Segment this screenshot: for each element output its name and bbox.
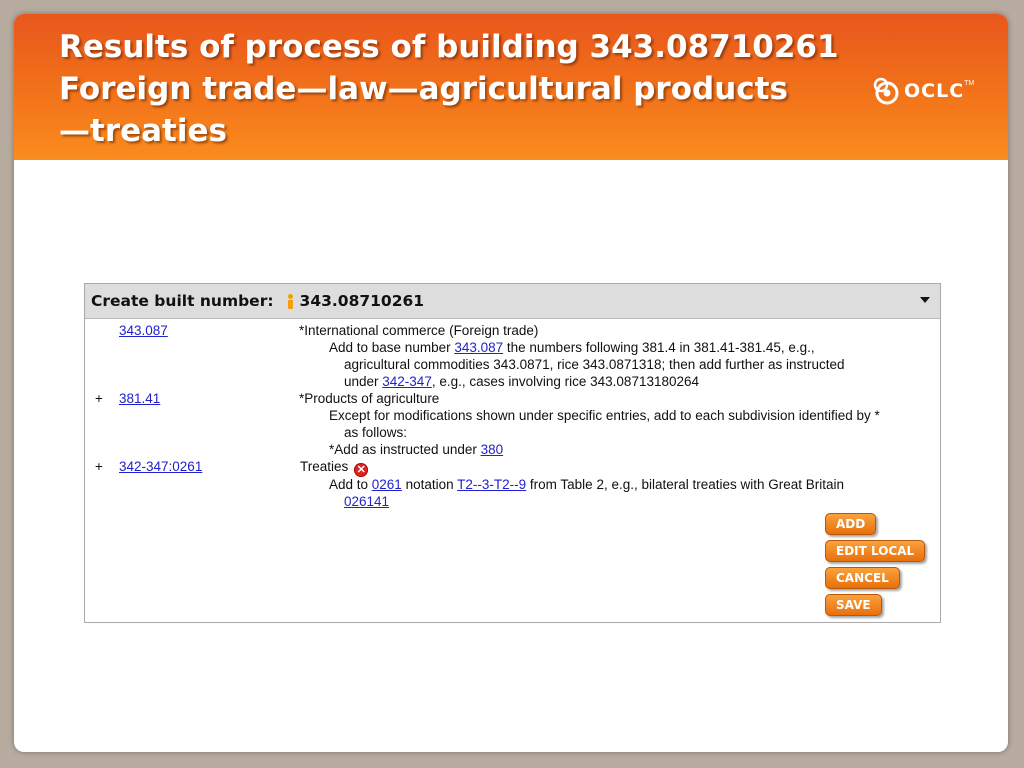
caret-down-icon[interactable] bbox=[920, 297, 930, 303]
row-caption: *International commerce (Foreign trade) bbox=[299, 323, 539, 338]
row-number-link[interactable]: 343.087 bbox=[119, 323, 168, 338]
note-link-026141[interactable]: 026141 bbox=[344, 494, 389, 509]
row-note-line: Add to base number 343.087 the numbers f… bbox=[329, 340, 815, 355]
info-icon[interactable] bbox=[286, 293, 294, 309]
note-text: *Add as instructed under bbox=[329, 442, 481, 457]
panel-header: Create built number: 343.08710261 bbox=[85, 284, 940, 319]
slide: Results of process of building 343.08710… bbox=[14, 14, 1008, 752]
save-button[interactable]: SAVE bbox=[825, 594, 882, 616]
row-note-line: Except for modifications shown under spe… bbox=[329, 408, 880, 423]
note-text: notation bbox=[401, 477, 458, 492]
row-note-line: under 342-347, e.g., cases involving ric… bbox=[344, 374, 699, 389]
panel-header-label: Create built number: bbox=[91, 292, 274, 310]
oclc-logo-icon bbox=[873, 77, 899, 105]
title-line-3: —treaties bbox=[59, 113, 227, 149]
row-note-line: *Add as instructed under 380 bbox=[329, 442, 503, 457]
row-number-link[interactable]: 342-347:0261 bbox=[119, 459, 202, 474]
add-button[interactable]: ADD bbox=[825, 513, 877, 535]
oclc-logo: OCLC TM bbox=[872, 74, 974, 108]
expand-plus[interactable]: + bbox=[95, 459, 103, 474]
cancel-button[interactable]: CANCEL bbox=[825, 567, 900, 589]
note-text: Add to bbox=[329, 477, 372, 492]
row-note-line: as follows: bbox=[344, 425, 408, 440]
note-link-0261[interactable]: 0261 bbox=[372, 477, 402, 492]
note-link-342-347[interactable]: 342-347 bbox=[382, 374, 432, 389]
row-caption: *Products of agriculture bbox=[299, 391, 440, 406]
note-text: Add to base number bbox=[329, 340, 455, 355]
note-link-380[interactable]: 380 bbox=[481, 442, 504, 457]
error-circle-icon[interactable]: ✕ bbox=[354, 463, 369, 477]
row-note-line: Add to 0261 notation T2--3-T2--9 from Ta… bbox=[329, 477, 844, 492]
row-caption: Treaties ✕ bbox=[300, 459, 369, 477]
expand-plus[interactable]: + bbox=[95, 391, 103, 406]
title-line-1: Results of process of building 343.08710… bbox=[59, 29, 839, 65]
slide-title: Results of process of building 343.08710… bbox=[59, 26, 839, 152]
row-number-link[interactable]: 381.41 bbox=[119, 391, 160, 406]
oclc-logo-text: OCLC bbox=[904, 80, 965, 102]
caption-text: Treaties bbox=[300, 459, 349, 474]
note-text: the numbers following 381.4 in 381.41-38… bbox=[503, 340, 815, 355]
note-text: , e.g., cases involving rice 343.0871318… bbox=[431, 374, 700, 389]
note-link-343-087[interactable]: 343.087 bbox=[454, 340, 503, 355]
row-note-line: agricultural commodities 343.0871, rice … bbox=[344, 357, 845, 372]
oclc-logo-tm: TM bbox=[964, 80, 975, 87]
title-line-2: Foreign trade—law—agricultural products bbox=[59, 71, 788, 107]
built-number-value: 343.08710261 bbox=[299, 292, 425, 310]
note-text: under bbox=[344, 374, 383, 389]
slide-header: Results of process of building 343.08710… bbox=[14, 14, 1008, 160]
note-link-t2-3-t2-9[interactable]: T2--3-T2--9 bbox=[457, 477, 526, 492]
create-built-number-panel: Create built number: 343.08710261 343.08… bbox=[84, 283, 941, 623]
note-text: from Table 2, e.g., bilateral treaties w… bbox=[526, 477, 845, 492]
edit-local-button[interactable]: EDIT LOCAL bbox=[825, 540, 926, 562]
